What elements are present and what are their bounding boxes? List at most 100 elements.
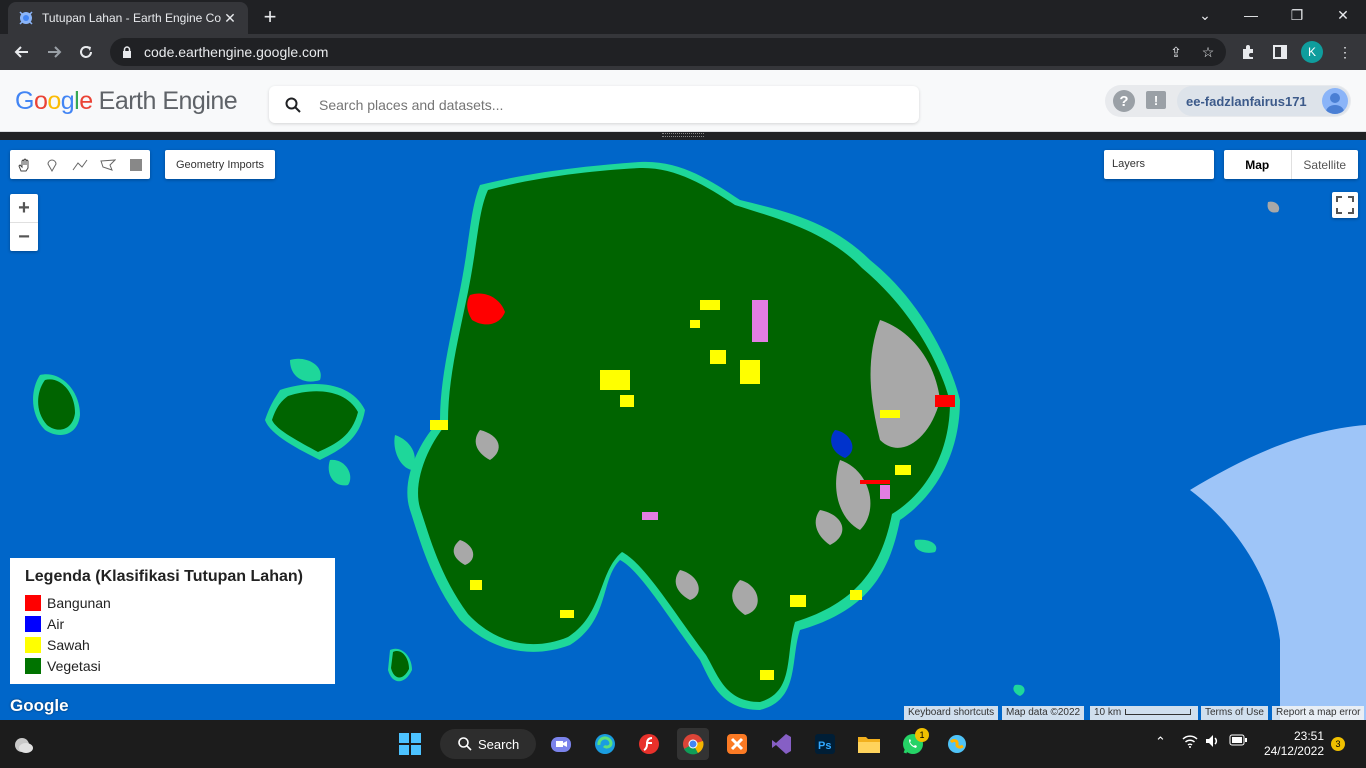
edge-browser-icon[interactable] <box>589 728 621 760</box>
legend-title: Legenda (Klasifikasi Tutupan Lahan) <box>25 568 303 585</box>
pan-hand-icon[interactable] <box>10 150 38 179</box>
bookmark-star-icon[interactable]: ☆ <box>1196 40 1220 64</box>
legend-swatch <box>25 615 41 632</box>
visual-studio-icon[interactable] <box>765 728 797 760</box>
terms-of-use-link[interactable]: Terms of Use <box>1201 706 1268 720</box>
zoom-out-button[interactable]: − <box>10 223 38 251</box>
layers-dropdown[interactable]: Layers <box>1104 150 1214 179</box>
fullscreen-button[interactable] <box>1332 192 1358 218</box>
legend-swatch <box>25 657 41 674</box>
reload-button[interactable] <box>72 38 100 66</box>
map-canvas[interactable]: Geometry Imports Layers Map Satellite + … <box>0 140 1366 720</box>
earth-engine-favicon-icon <box>19 11 33 25</box>
logo-letter: o <box>33 87 48 115</box>
extensions-icon[interactable] <box>1236 40 1260 64</box>
map-type-satellite-button[interactable]: Satellite <box>1292 150 1359 179</box>
add-marker-icon[interactable] <box>38 150 66 179</box>
legend-label: Vegetasi <box>47 657 101 674</box>
map-type-map-button[interactable]: Map <box>1224 150 1292 179</box>
tab-title: Tutupan Lahan - Earth Engine Co <box>42 11 222 25</box>
google-earth-engine-logo[interactable]: Google Earth Engine <box>15 87 238 116</box>
map-type-toggle: Map Satellite <box>1224 150 1358 179</box>
clock-time: 23:51 <box>1293 729 1324 743</box>
minimize-button[interactable]: — <box>1228 0 1274 30</box>
clock[interactable]: 23:51 24/12/2022 <box>1262 729 1324 759</box>
feedback-icon[interactable]: ! <box>1146 91 1166 109</box>
browser-tabstrip: Tutupan Lahan - Earth Engine Co ✕ + ⌄ — … <box>0 0 1366 34</box>
lock-icon <box>123 46 131 58</box>
browser-tab[interactable]: Tutupan Lahan - Earth Engine Co ✕ <box>8 2 248 34</box>
xampp-icon[interactable] <box>721 728 753 760</box>
show-hidden-icons-chevron-icon[interactable]: ⌃ <box>1155 734 1166 750</box>
panel-resize-handle[interactable] <box>662 133 704 137</box>
legend-label: Bangunan <box>47 594 111 611</box>
volume-icon[interactable] <box>1205 734 1221 751</box>
search-box[interactable] <box>269 86 919 123</box>
keyboard-shortcuts-link[interactable]: Keyboard shortcuts <box>904 706 999 720</box>
drawing-tools <box>10 150 150 179</box>
file-explorer-icon[interactable] <box>853 728 885 760</box>
restore-button[interactable]: ❐ <box>1274 0 1320 30</box>
legend-swatch <box>25 594 41 611</box>
account-name: ee-fadzlanfairus171 <box>1186 94 1307 109</box>
forward-button[interactable] <box>40 38 68 66</box>
scale-line <box>1125 709 1192 716</box>
browser-toolbar: code.earthengine.google.com ⇪ ☆ ⋮ <box>0 34 1366 70</box>
photoshop-icon[interactable]: Ps <box>809 728 841 760</box>
flash-app-icon[interactable] <box>633 728 665 760</box>
draw-polygon-icon[interactable] <box>94 150 122 179</box>
taskbar-search-label: Search <box>478 736 520 752</box>
menu-icon[interactable]: ⋮ <box>1333 40 1357 64</box>
draw-line-icon[interactable] <box>66 150 94 179</box>
geometry-imports-button[interactable]: Geometry Imports <box>165 150 275 179</box>
side-panel-icon[interactable] <box>1268 40 1292 64</box>
close-tab-icon[interactable]: ✕ <box>222 10 238 27</box>
back-button[interactable] <box>8 38 36 66</box>
browser-profile-avatar[interactable]: K <box>1301 41 1323 63</box>
legend-panel: Legenda (Klasifikasi Tutupan Lahan) Bang… <box>10 558 335 684</box>
help-icon[interactable]: ? <box>1113 90 1135 112</box>
scale-bar[interactable]: 10 km <box>1090 706 1198 720</box>
whatsapp-badge: 1 <box>915 728 929 742</box>
earth-app-icon[interactable] <box>941 728 973 760</box>
draw-rectangle-icon[interactable] <box>122 150 150 179</box>
weather-widget-icon[interactable] <box>6 728 38 760</box>
logo-letter: e <box>79 87 93 115</box>
taskbar: Search Ps 1 ⌃ 23:51 24/12/2022 3 <box>0 720 1366 768</box>
google-map-logo[interactable]: Google <box>10 696 69 716</box>
taskbar-search-button[interactable]: Search <box>440 729 536 759</box>
url-text: code.earthengine.google.com <box>144 44 329 60</box>
notification-count-badge[interactable]: 3 <box>1331 737 1345 751</box>
search-icon <box>285 97 301 113</box>
close-window-button[interactable]: ✕ <box>1320 0 1366 30</box>
logo-product-name: Earth Engine <box>98 87 238 115</box>
legend-item: Air <box>25 613 320 634</box>
account-panel: ? ! ee-fadzlanfairus171 <box>1105 85 1351 117</box>
chrome-browser-icon[interactable] <box>677 728 709 760</box>
battery-icon[interactable] <box>1229 734 1247 749</box>
clock-date: 24/12/2022 <box>1263 744 1324 758</box>
logo-letter: G <box>15 87 34 115</box>
wifi-icon[interactable] <box>1182 734 1198 751</box>
windows-start-icon[interactable] <box>394 728 426 760</box>
legend-label: Sawah <box>47 636 90 653</box>
account-button[interactable]: ee-fadzlanfairus171 <box>1177 86 1350 116</box>
logo-letter: g <box>60 87 75 115</box>
search-icon <box>458 737 472 751</box>
legend-item: Bangunan <box>25 592 320 613</box>
share-icon[interactable]: ⇪ <box>1164 40 1188 64</box>
tab-search-chevron-icon[interactable]: ⌄ <box>1182 0 1228 30</box>
address-bar[interactable]: code.earthengine.google.com <box>110 38 1226 66</box>
zoom-in-button[interactable]: + <box>10 194 38 222</box>
avatar <box>1322 88 1348 114</box>
new-tab-button[interactable]: + <box>258 6 282 30</box>
teams-chat-icon[interactable] <box>545 728 577 760</box>
map-data-attribution[interactable]: Map data ©2022 <box>1002 706 1085 720</box>
logo-letter: o <box>47 87 61 115</box>
report-map-error-link[interactable]: Report a map error <box>1272 706 1365 720</box>
scale-label: 10 km <box>1094 707 1122 718</box>
zoom-control: + − <box>10 194 38 251</box>
svg-text:Ps: Ps <box>818 740 831 752</box>
search-input[interactable] <box>319 96 879 113</box>
legend-swatch <box>25 636 41 653</box>
